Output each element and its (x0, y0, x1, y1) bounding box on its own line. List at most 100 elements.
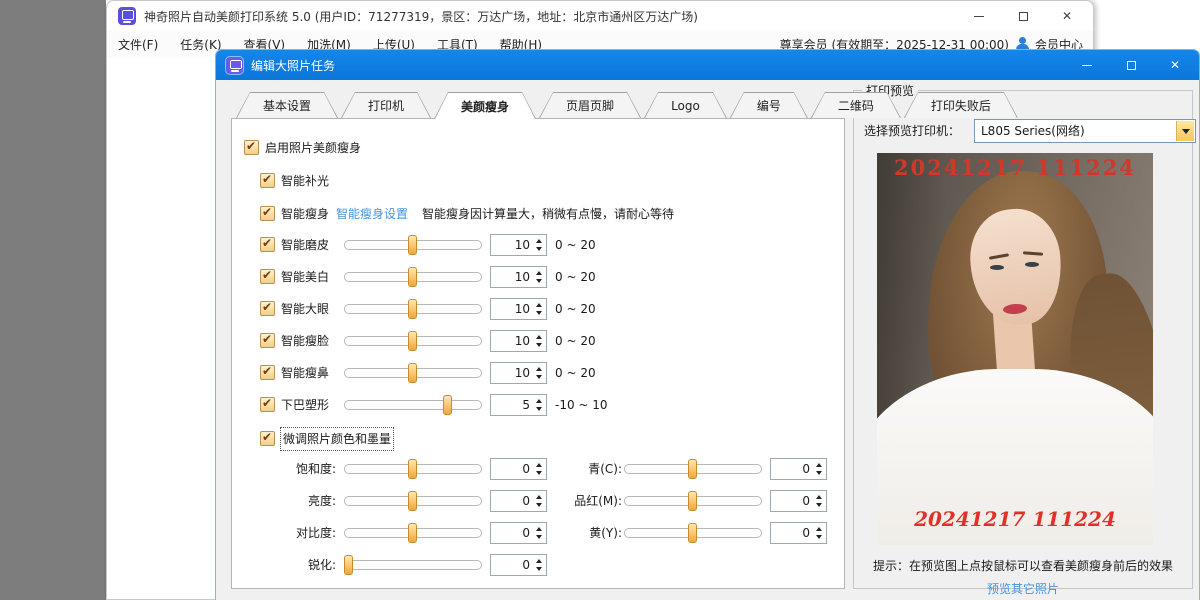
minimize-button[interactable] (957, 1, 1001, 31)
brightness-value: 0 (522, 491, 530, 511)
whitening-slider[interactable] (344, 266, 482, 288)
spinner-arrows-icon[interactable] (815, 525, 824, 541)
portrait-eye (1025, 262, 1039, 267)
chin-shape-thumb[interactable] (443, 395, 452, 415)
chin-shape-track[interactable] (344, 400, 482, 410)
printer-combobox[interactable]: L805 Series(网络) (974, 119, 1196, 143)
whitening-spinner[interactable]: 10 (490, 266, 547, 288)
big-eyes-slider[interactable] (344, 298, 482, 320)
yellow-slider[interactable] (624, 522, 762, 544)
smooth-skin-thumb[interactable] (408, 235, 417, 255)
cyan-label: 青(C): (532, 458, 622, 480)
slim-nose-thumb[interactable] (408, 363, 417, 383)
maximize-button[interactable] (1001, 1, 1045, 31)
saturation-slider[interactable] (344, 458, 482, 480)
tab-print-fail[interactable]: 打印失败后 (904, 92, 1018, 118)
tab-printer[interactable]: 打印机 (341, 92, 431, 118)
spinner-arrows-icon[interactable] (815, 493, 824, 509)
tab-qrcode[interactable]: 二维码 (811, 92, 901, 118)
brightness-slider[interactable] (344, 490, 482, 512)
smooth-skin-checkbox[interactable] (260, 237, 275, 252)
chin-shape-checkbox[interactable] (260, 397, 275, 412)
main-window: 神奇照片自动美颜打印系统 5.0 (用户ID：71277319，景区：万达广场，… (106, 0, 1094, 600)
smart-slim-checkbox[interactable] (260, 206, 275, 221)
cyan-spinner[interactable]: 0 (770, 458, 827, 480)
contrast-thumb[interactable] (408, 523, 417, 543)
tab-basic-settings[interactable]: 基本设置 (236, 92, 338, 118)
big-eyes-thumb[interactable] (408, 299, 417, 319)
spinner-arrows-icon[interactable] (535, 557, 544, 573)
preview-photo[interactable]: 20241217 111224 20241217 111224 (877, 153, 1153, 545)
enable-beauty-checkbox[interactable] (244, 140, 259, 155)
slim-nose-checkbox[interactable] (260, 365, 275, 380)
contrast-slider[interactable] (344, 522, 482, 544)
window-controls: ✕ (957, 1, 1089, 31)
chin-shape-spinner[interactable]: 5 (490, 394, 547, 416)
tab-number[interactable]: 编号 (730, 92, 808, 118)
menu-file[interactable]: 文件(F) (107, 36, 169, 53)
saturation-thumb[interactable] (408, 459, 417, 479)
screen: 神奇照片自动美颜打印系统 5.0 (用户ID：71277319，景区：万达广场，… (0, 0, 1200, 600)
printer-combobox-value: L805 Series(网络) (981, 120, 1085, 142)
preview-other-photos-link[interactable]: 预览其它照片 (854, 580, 1192, 597)
fill-light-checkbox[interactable] (260, 173, 275, 188)
spinner-arrows-icon[interactable] (815, 461, 824, 477)
dialog-close-button[interactable]: ✕ (1153, 50, 1197, 80)
sharpen-value: 0 (522, 555, 530, 575)
whitening-range: 0 ~ 20 (555, 266, 596, 288)
smooth-skin-spinner[interactable]: 10 (490, 234, 547, 256)
slim-nose-slider[interactable] (344, 362, 482, 384)
cyan-slider[interactable] (624, 458, 762, 480)
slim-note: 智能瘦身因计算量大，稍微有点慢，请耐心等待 (422, 203, 674, 225)
tab-beauty-slim[interactable]: 美颜瘦身 (434, 92, 536, 119)
yellow-value: 0 (802, 523, 810, 543)
magenta-spinner[interactable]: 0 (770, 490, 827, 512)
yellow-thumb[interactable] (688, 523, 697, 543)
magenta-thumb[interactable] (688, 491, 697, 511)
color-adjust-label: 微调照片颜色和墨量 (281, 428, 393, 450)
tab-header-footer[interactable]: 页眉页脚 (539, 92, 641, 118)
saturation-value: 0 (522, 459, 530, 479)
dialog-minimize-button[interactable] (1065, 50, 1109, 80)
big-eyes-checkbox[interactable] (260, 301, 275, 316)
contrast-value: 0 (522, 523, 530, 543)
chin-shape-value: 5 (522, 395, 530, 415)
close-button[interactable]: ✕ (1045, 1, 1089, 31)
spinner-arrows-icon[interactable] (535, 333, 544, 349)
printer-select-row: 选择预览打印机： L805 Series(网络) (864, 119, 1184, 143)
slim-face-label: 智能瘦脸 (281, 330, 329, 352)
sharpen-slider[interactable] (344, 554, 482, 576)
slim-face-slider[interactable] (344, 330, 482, 352)
combobox-dropdown-icon[interactable] (1176, 121, 1194, 141)
chin-shape-slider[interactable] (344, 394, 482, 416)
whitening-thumb[interactable] (408, 267, 417, 287)
big-eyes-spinner[interactable]: 10 (490, 298, 547, 320)
spinner-arrows-icon[interactable] (535, 301, 544, 317)
sharpen-spinner[interactable]: 0 (490, 554, 547, 576)
enable-beauty-row: 启用照片美颜瘦身 (232, 137, 844, 160)
smooth-skin-slider[interactable] (344, 234, 482, 256)
smooth-skin-row: 智能磨皮 10 0 ~ 20 (232, 234, 844, 257)
dialog-title: 编辑大照片任务 (251, 57, 335, 74)
tab-logo[interactable]: Logo (644, 92, 727, 118)
slim-nose-value: 10 (515, 363, 530, 383)
slim-nose-spinner[interactable]: 10 (490, 362, 547, 384)
spinner-arrows-icon[interactable] (535, 237, 544, 253)
magenta-slider[interactable] (624, 490, 762, 512)
slim-face-checkbox[interactable] (260, 333, 275, 348)
slim-settings-link[interactable]: 智能瘦身设置 (336, 203, 408, 225)
slim-face-spinner[interactable]: 10 (490, 330, 547, 352)
spinner-arrows-icon[interactable] (535, 397, 544, 413)
spinner-arrows-icon[interactable] (535, 365, 544, 381)
edit-photo-task-dialog: 编辑大照片任务 ✕ 基本设置 打印机 美颜瘦身 页眉页脚 Logo 编号 二维码… (215, 49, 1200, 600)
sharpen-track[interactable] (344, 560, 482, 570)
slim-face-thumb[interactable] (408, 331, 417, 351)
whitening-checkbox[interactable] (260, 269, 275, 284)
color-adjust-checkbox[interactable] (260, 431, 275, 446)
sharpen-thumb[interactable] (344, 555, 353, 575)
spinner-arrows-icon[interactable] (535, 269, 544, 285)
brightness-thumb[interactable] (408, 491, 417, 511)
dialog-maximize-button[interactable] (1109, 50, 1153, 80)
yellow-spinner[interactable]: 0 (770, 522, 827, 544)
cyan-thumb[interactable] (688, 459, 697, 479)
